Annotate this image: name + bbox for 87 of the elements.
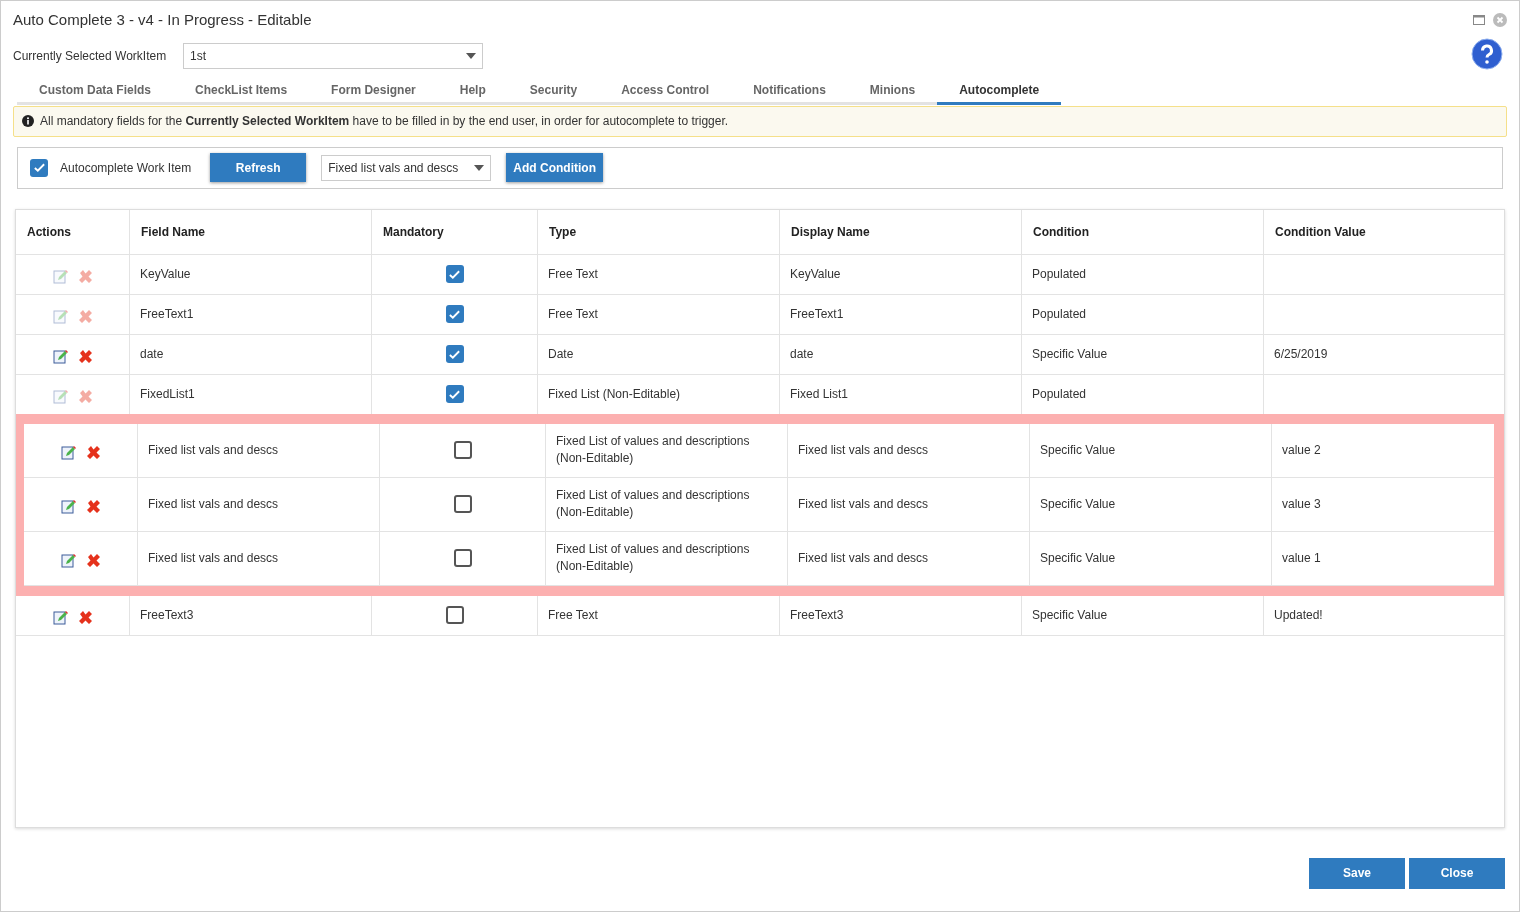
delete-icon[interactable] — [77, 609, 93, 625]
edit-icon[interactable] — [60, 552, 76, 568]
mandatory-checkbox[interactable] — [445, 305, 464, 323]
tab[interactable]: Custom Data Fields — [17, 77, 174, 105]
edit-icon[interactable] — [60, 498, 76, 514]
field-select[interactable]: Fixed list vals and descs — [321, 154, 492, 181]
table-cell: Populated — [1022, 374, 1264, 414]
delete-icon[interactable] — [77, 348, 93, 364]
caret-icon — [466, 52, 476, 59]
close-button[interactable]: Close — [1409, 857, 1505, 889]
table-cell: Populated — [1022, 254, 1264, 294]
table-cell: Fixed list vals and descs — [138, 477, 380, 531]
table-cell: Specific Value — [1030, 477, 1272, 531]
tab[interactable]: Notifications — [731, 77, 848, 105]
table-cell: KeyValue — [130, 254, 372, 294]
delete-icon[interactable] — [85, 444, 101, 460]
table-cell: Fixed List of values and descriptions (Non-Editable) — [546, 531, 788, 585]
table-cell: FreeText3 — [130, 595, 372, 635]
table-cell: date — [780, 334, 1022, 374]
table-cell: Free Text — [538, 254, 780, 294]
table-cell: Free Text — [538, 595, 780, 635]
edit-icon[interactable] — [52, 609, 68, 625]
table-cell-text: value 2 — [1281, 442, 1322, 459]
caret-icon — [474, 164, 485, 171]
table-cell: Fixed List1 — [780, 374, 1022, 414]
table-cell: Fixed List (Non-Editable) — [538, 374, 780, 414]
tab[interactable]: Minions — [847, 77, 938, 105]
window-title: Auto Complete 3 - v4 - In Progress - Editable — [13, 10, 312, 30]
autocomplete-checkbox[interactable] — [30, 158, 48, 177]
workitem-label: Currently Selected WorkItem — [13, 47, 167, 65]
refresh-button[interactable]: Refresh — [210, 153, 307, 182]
column-header: Type — [538, 209, 780, 254]
table-cell: Fixed list vals and descs — [138, 423, 380, 477]
mandatory-checkbox[interactable] — [445, 345, 464, 363]
help-icon[interactable] — [1471, 37, 1503, 70]
add-condition-button[interactable]: Add Condition — [506, 153, 604, 182]
table-cell: FreeText3 — [780, 595, 1022, 635]
table-cell-text: 6/25/2019 — [1273, 346, 1329, 363]
column-header: Mandatory — [372, 209, 538, 254]
table-cell: Specific Value — [1022, 334, 1264, 374]
table-cell: FreeText1 — [780, 294, 1022, 334]
mandatory-checkbox[interactable] — [453, 495, 472, 513]
table-cell-text: value 3 — [1281, 496, 1322, 513]
edit-icon[interactable] — [52, 348, 68, 364]
autocomplete-label: Autocomplete Work Item — [60, 159, 192, 177]
tab[interactable]: Help — [437, 77, 508, 105]
tab[interactable]: Form Designer — [309, 77, 438, 105]
table-cell: Fixed List of values and descriptions (Non-Editable) — [546, 423, 788, 477]
column-header: Field Name — [130, 209, 372, 254]
column-header: Actions — [16, 209, 130, 254]
mandatory-checkbox[interactable] — [445, 385, 464, 403]
mandatory-checkbox[interactable] — [445, 606, 464, 624]
checkmark-icon — [32, 161, 46, 174]
table-cell: Free Text — [538, 294, 780, 334]
delete-icon[interactable] — [85, 552, 101, 568]
mandatory-checkbox[interactable] — [453, 549, 472, 567]
save-button[interactable]: Save — [1309, 857, 1405, 889]
table-cell-text: Updated! — [1273, 607, 1324, 624]
tab[interactable]: Security — [507, 77, 600, 105]
column-header: Condition Value — [1274, 223, 1367, 241]
tab[interactable]: Access Control — [599, 77, 732, 105]
table-cell: FixedList1 — [130, 374, 372, 414]
workitem-select[interactable]: 1st — [183, 42, 483, 69]
tab[interactable]: CheckList Items — [173, 77, 310, 105]
table-cell: FreeText1 — [130, 294, 372, 334]
table-cell: date — [130, 334, 372, 374]
table-cell-text: value 1 — [1281, 550, 1322, 567]
notice-text: All mandatory fields for the Currently Selected WorkItem have to be filled in by the end user, in order for autocomplete to trigger. — [40, 113, 729, 130]
table-cell: Populated — [1022, 294, 1264, 334]
table-cell: KeyValue — [780, 254, 1022, 294]
mandatory-checkbox[interactable] — [445, 265, 464, 283]
mandatory-checkbox[interactable] — [453, 441, 472, 459]
edit-icon[interactable] — [60, 444, 76, 460]
maximize-icon[interactable] — [1473, 15, 1485, 25]
table-cell: Fixed list vals and descs — [788, 477, 1030, 531]
table-cell: Specific Value — [1030, 423, 1272, 477]
delete-icon[interactable] — [85, 498, 101, 514]
column-header: Condition — [1022, 209, 1264, 254]
table-cell: Fixed List of values and descriptions (Non-Editable) — [546, 477, 788, 531]
table-cell: Fixed list vals and descs — [788, 423, 1030, 477]
table-cell: Specific Value — [1030, 531, 1272, 585]
table-cell: Date — [538, 334, 780, 374]
info-icon — [22, 115, 34, 127]
table-cell: Specific Value — [1022, 595, 1264, 635]
column-header: Display Name — [780, 209, 1022, 254]
table-cell: Fixed list vals and descs — [138, 531, 380, 585]
table-cell: Fixed list vals and descs — [788, 531, 1030, 585]
